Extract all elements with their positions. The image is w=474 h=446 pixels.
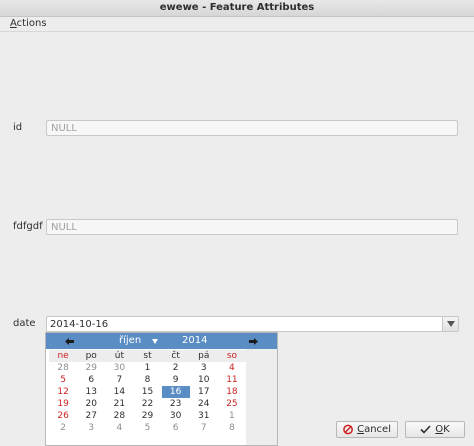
calendar-grid-area: ne po út st čt pá so 28 29 30 1 2 3 4 5 … [46, 349, 246, 445]
calendar-day[interactable]: 24 [190, 398, 218, 410]
date-dropdown-button[interactable] [442, 316, 459, 332]
month-dropdown-button[interactable] [149, 333, 161, 349]
calendar-day[interactable]: 4 [218, 362, 246, 374]
window-titlebar[interactable]: ewewe - Feature Attributes [0, 0, 474, 17]
calendar-day[interactable]: 23 [162, 398, 190, 410]
calendar-day[interactable]: 3 [190, 362, 218, 374]
chevron-down-icon [446, 321, 455, 327]
calendar-day[interactable]: 12 [49, 386, 77, 398]
weekday-header: st [133, 350, 162, 362]
calendar-day[interactable]: 11 [218, 374, 246, 386]
calendar-day[interactable]: 30 [105, 362, 133, 374]
calendar-day[interactable]: 3 [77, 422, 105, 434]
calendar-day[interactable]: 19 [49, 398, 77, 410]
calendar-day[interactable]: 2 [49, 422, 77, 434]
calendar-day[interactable]: 25 [218, 398, 246, 410]
calendar-day[interactable]: 9 [162, 374, 190, 386]
calendar-day[interactable]: 29 [77, 362, 105, 374]
prev-month-button[interactable] [62, 333, 76, 349]
field-label-date: date [13, 318, 36, 329]
weekday-header: čt [161, 350, 190, 362]
calendar-day[interactable]: 31 [190, 410, 218, 422]
calendar-day-selected[interactable]: 16 [161, 386, 190, 398]
calendar-grid: ne po út st čt pá so 28 29 30 1 2 3 4 5 … [49, 350, 246, 434]
field-label-id: id [13, 122, 23, 133]
cancel-icon [343, 424, 353, 435]
menu-actions[interactable]: Actions [10, 17, 47, 31]
calendar-day[interactable]: 7 [105, 374, 133, 386]
ok-button-label: OK [435, 424, 450, 435]
window-title: ewewe - Feature Attributes [159, 2, 315, 13]
calendar-month[interactable]: říjen [119, 333, 141, 349]
calendar-day[interactable]: 29 [133, 410, 161, 422]
calendar-header: říjen 2014 [46, 333, 277, 349]
calendar-day[interactable]: 28 [49, 362, 77, 374]
calendar-day[interactable]: 15 [133, 386, 161, 398]
calendar-day[interactable]: 26 [49, 410, 77, 422]
weekday-header: ne [49, 350, 78, 362]
weekday-header: út [105, 350, 134, 362]
calendar-day[interactable]: 8 [133, 374, 161, 386]
arrow-left-icon [64, 337, 74, 345]
calendar-day[interactable]: 1 [133, 362, 161, 374]
calendar-day[interactable]: 30 [162, 410, 190, 422]
calendar-popup: říjen 2014 ne po út st čt pá so 28 29 30… [45, 332, 278, 446]
id-field[interactable] [46, 120, 458, 136]
calendar-day[interactable]: 22 [133, 398, 161, 410]
calendar-day[interactable]: 4 [105, 422, 133, 434]
fdfgdf-field[interactable] [46, 219, 458, 235]
calendar-day[interactable]: 14 [105, 386, 133, 398]
calendar-day[interactable]: 13 [77, 386, 105, 398]
calendar-year[interactable]: 2014 [182, 333, 207, 349]
field-label-fdfgdf: fdfgdf [13, 221, 43, 232]
calendar-day[interactable]: 28 [105, 410, 133, 422]
checkmark-icon [420, 425, 431, 434]
calendar-day[interactable]: 27 [77, 410, 105, 422]
calendar-day[interactable]: 5 [133, 422, 161, 434]
arrow-right-icon [248, 337, 258, 345]
calendar-day[interactable]: 1 [218, 410, 246, 422]
calendar-day[interactable]: 7 [190, 422, 218, 434]
calendar-day[interactable]: 6 [162, 422, 190, 434]
calendar-side-panel [246, 349, 277, 445]
menu-bar: Actions [0, 17, 474, 32]
calendar-day[interactable]: 17 [190, 386, 218, 398]
calendar-day[interactable]: 5 [49, 374, 77, 386]
cancel-button-label: Cancel [357, 424, 391, 435]
weekday-header: pá [189, 350, 218, 362]
calendar-day[interactable]: 8 [218, 422, 246, 434]
chevron-down-icon [152, 338, 158, 344]
calendar-day[interactable]: 10 [190, 374, 218, 386]
weekday-header: so [217, 350, 246, 362]
calendar-day[interactable]: 18 [218, 386, 246, 398]
ok-button[interactable]: OK [405, 421, 465, 438]
calendar-day[interactable]: 6 [77, 374, 105, 386]
next-month-button[interactable] [246, 333, 260, 349]
date-field[interactable] [46, 316, 442, 332]
calendar-day[interactable]: 21 [105, 398, 133, 410]
calendar-day[interactable]: 2 [162, 362, 190, 374]
cancel-button[interactable]: Cancel [336, 421, 398, 438]
weekday-header: po [77, 350, 106, 362]
calendar-day[interactable]: 20 [77, 398, 105, 410]
